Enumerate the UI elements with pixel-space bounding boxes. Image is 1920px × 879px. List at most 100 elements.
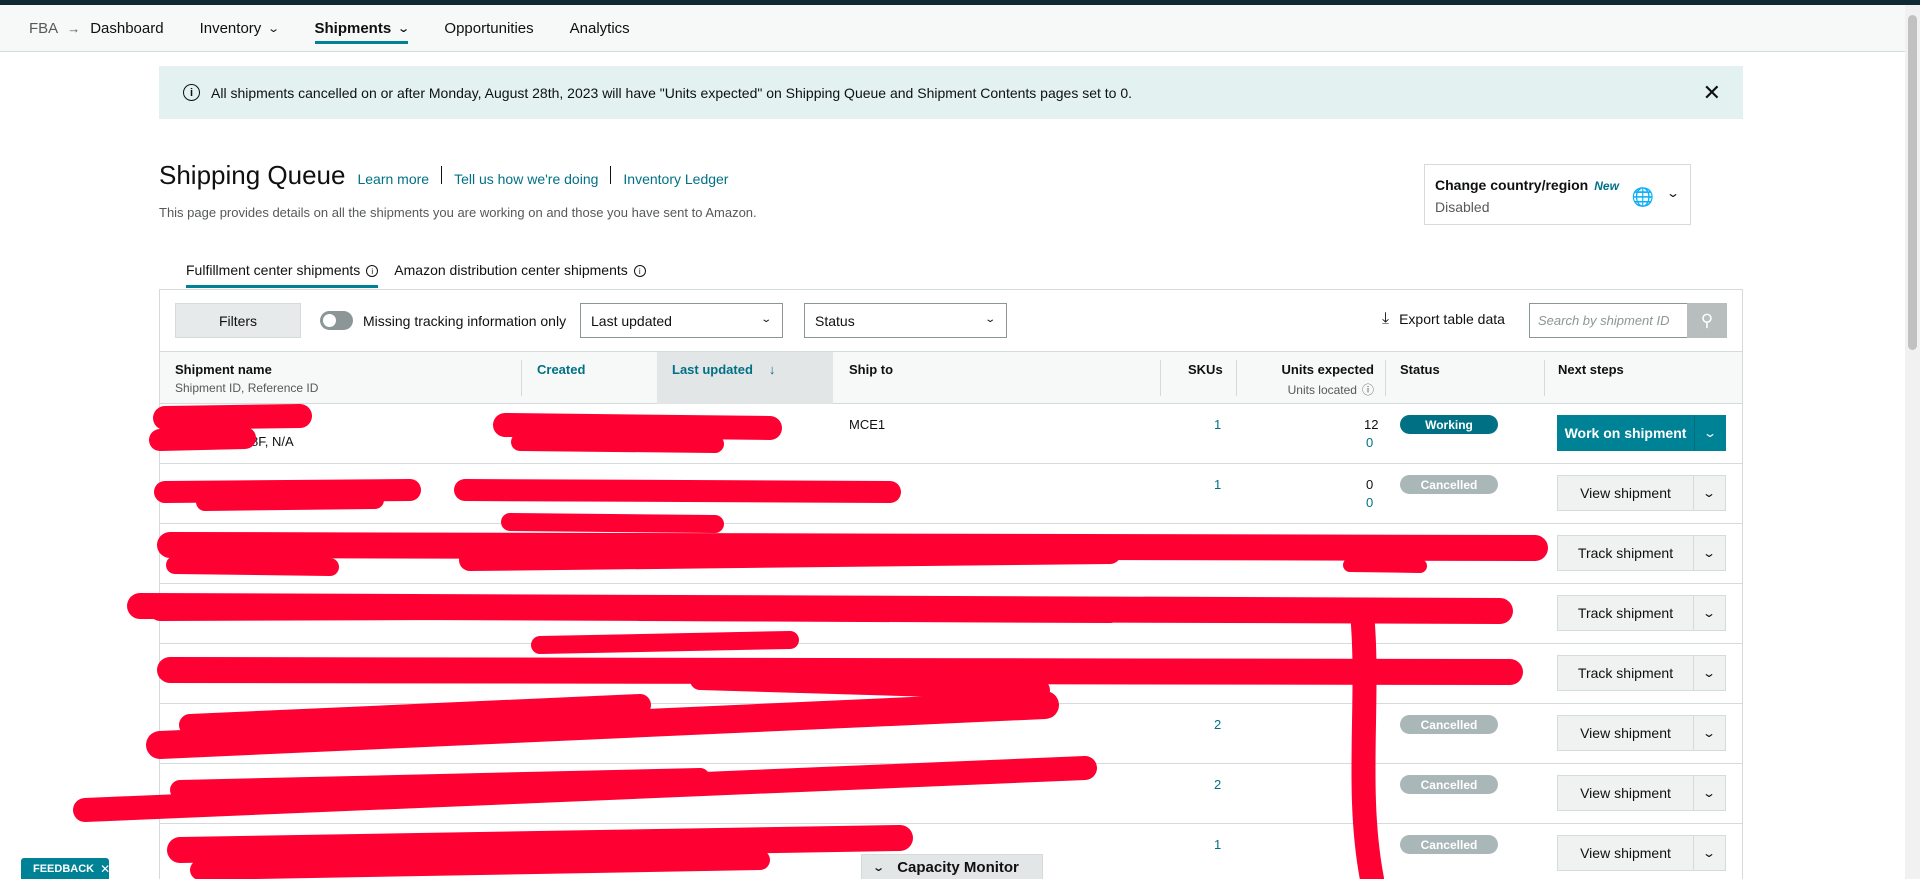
col-units: Units expected Units located ⓘ bbox=[1278, 362, 1374, 398]
view-shipment-button[interactable]: View shipment bbox=[1557, 835, 1694, 871]
info-icon[interactable]: ⓘ bbox=[1362, 383, 1374, 397]
chevron-down-icon: ⌄ bbox=[1702, 426, 1718, 440]
row-actions: View shipment ⌄ bbox=[1557, 715, 1726, 751]
download-icon: ⤓ bbox=[1382, 310, 1390, 327]
scrollbar-thumb[interactable] bbox=[1908, 15, 1917, 350]
learn-more-link[interactable]: Learn more bbox=[357, 171, 429, 187]
chevron-down-icon: ⌄ bbox=[1702, 786, 1717, 800]
units-expected: 0 bbox=[1366, 477, 1374, 492]
info-icon[interactable]: i bbox=[366, 265, 379, 277]
track-shipment-button[interactable]: Track shipment bbox=[1557, 535, 1694, 571]
row-menu-button[interactable]: ⌄ bbox=[1694, 775, 1726, 811]
skus-link[interactable]: 1 bbox=[1214, 417, 1221, 432]
col-divider bbox=[1544, 360, 1545, 396]
page-subtitle: This page provides details on all the sh… bbox=[159, 205, 757, 220]
country-label: Change country/region bbox=[1435, 177, 1589, 193]
row-menu-button[interactable]: ⌄ bbox=[1694, 835, 1726, 871]
table-row: Track shipment ⌄ bbox=[160, 524, 1742, 584]
units-located[interactable]: 0 bbox=[1366, 495, 1373, 510]
tab-distribution-center[interactable]: Amazon distribution center shipments i bbox=[394, 262, 646, 288]
chevron-down-icon: ⌄ bbox=[267, 22, 281, 35]
table-row: Track shipment ⌄ bbox=[160, 644, 1742, 704]
capacity-monitor-toggle[interactable]: ⌄ Capacity Monitor bbox=[861, 854, 1043, 879]
filters-button[interactable]: Filters bbox=[175, 303, 301, 338]
search-button[interactable]: ⚲ bbox=[1687, 303, 1727, 338]
col-skus: SKUs bbox=[1188, 362, 1223, 377]
info-icon: i bbox=[183, 84, 200, 101]
table-row: 2 Cancelled View shipment ⌄ bbox=[160, 704, 1742, 764]
export-button[interactable]: ⤓ Export table data bbox=[1382, 310, 1505, 328]
col-next-steps: Next steps bbox=[1558, 362, 1624, 377]
skus-link[interactable]: 2 bbox=[1214, 717, 1221, 732]
units-located[interactable]: 0 bbox=[1366, 435, 1373, 450]
chevron-down-icon: ⌄ bbox=[1702, 846, 1717, 860]
search-input[interactable]: Search by shipment ID bbox=[1529, 303, 1688, 338]
shipment-id: 8F, N/A bbox=[251, 434, 294, 449]
work-on-shipment-button[interactable]: Work on shipment bbox=[1557, 415, 1694, 451]
col-last-updated-label: Last updated bbox=[672, 362, 753, 377]
view-shipment-button[interactable]: View shipment bbox=[1557, 475, 1694, 511]
row-menu-button[interactable]: ⌄ bbox=[1694, 595, 1726, 631]
globe-icon: 🌐 bbox=[1631, 187, 1654, 207]
view-shipment-button[interactable]: View shipment bbox=[1557, 715, 1694, 751]
breadcrumb-fba[interactable]: FBA bbox=[29, 20, 58, 37]
row-actions: Work on shipment ⌄ bbox=[1557, 415, 1726, 451]
row-actions: Track shipment ⌄ bbox=[1557, 595, 1726, 631]
col-last-updated[interactable]: Last updated ↓ bbox=[672, 362, 775, 377]
chevron-down-icon: ⌄ bbox=[872, 861, 886, 874]
track-shipment-button[interactable]: Track shipment bbox=[1557, 655, 1694, 691]
chevron-down-icon: ⌄ bbox=[1702, 666, 1717, 680]
missing-tracking-toggle[interactable] bbox=[320, 311, 353, 330]
row-menu-button[interactable]: ⌄ bbox=[1694, 535, 1726, 571]
feedback-survey-link[interactable]: Tell us how we're doing bbox=[454, 171, 598, 187]
chevron-down-icon: ⌄ bbox=[1702, 606, 1717, 620]
export-label: Export table data bbox=[1399, 311, 1505, 327]
nav-analytics[interactable]: Analytics bbox=[570, 5, 630, 52]
chevron-down-icon: ⌄ bbox=[1702, 486, 1717, 500]
skus-link[interactable]: 1 bbox=[1214, 837, 1221, 852]
shipments-table: Filters Missing tracking information onl… bbox=[159, 289, 1743, 879]
nav-opportunities[interactable]: Opportunities bbox=[444, 5, 533, 52]
row-menu-button[interactable]: ⌄ bbox=[1694, 415, 1726, 451]
track-shipment-button[interactable]: Track shipment bbox=[1557, 595, 1694, 631]
skus-link[interactable]: 1 bbox=[1214, 477, 1221, 492]
feedback-tab[interactable]: FEEDBACK ✕ bbox=[21, 858, 110, 879]
nav-inventory[interactable]: Inventory ⌄ bbox=[200, 5, 281, 52]
page-scrollbar[interactable] bbox=[1905, 5, 1920, 879]
nav-shipments[interactable]: Shipments ⌄ bbox=[314, 5, 411, 52]
status-select[interactable]: Status ⌄ bbox=[804, 303, 1007, 338]
arrow-right-icon: → bbox=[67, 20, 81, 36]
col-divider bbox=[1236, 360, 1237, 396]
skus-link[interactable]: 2 bbox=[1214, 777, 1221, 792]
row-menu-button[interactable]: ⌄ bbox=[1694, 655, 1726, 691]
page-title: Shipping Queue bbox=[159, 160, 346, 190]
sort-select[interactable]: Last updated ⌄ bbox=[580, 303, 783, 338]
units-expected: 12 bbox=[1364, 417, 1379, 432]
chevron-down-icon: ⌄ bbox=[1702, 546, 1717, 560]
tab-fulfillment-center[interactable]: Fulfillment center shipments i bbox=[186, 262, 379, 288]
status-badge: Cancelled bbox=[1400, 715, 1498, 734]
tab-label: Fulfillment center shipments bbox=[186, 262, 361, 278]
row-menu-button[interactable]: ⌄ bbox=[1694, 715, 1726, 751]
page-header: Shipping Queue Learn more Tell us how we… bbox=[159, 160, 728, 191]
inventory-ledger-link[interactable]: Inventory Ledger bbox=[623, 171, 728, 187]
nav-dashboard[interactable]: Dashboard bbox=[90, 5, 163, 52]
tab-label: Amazon distribution center shipments bbox=[394, 262, 628, 278]
col-units-sub: Units located ⓘ bbox=[1278, 381, 1374, 398]
table-row: 8F, N/A MCE1 1 12 0 Working Work on ship… bbox=[160, 404, 1742, 464]
info-icon[interactable]: i bbox=[633, 265, 646, 277]
top-nav: FBA → Dashboard Inventory ⌄ Shipments ⌄ Op… bbox=[0, 5, 1905, 52]
chevron-down-icon: ⌄ bbox=[397, 22, 411, 35]
country-selector[interactable]: Change country/region New Disabled 🌐 ⌄ bbox=[1424, 164, 1691, 225]
status-select-value: Status bbox=[815, 312, 855, 329]
close-icon[interactable]: ✕ bbox=[1703, 80, 1721, 106]
col-created[interactable]: Created bbox=[537, 362, 585, 377]
toggle-knob bbox=[323, 314, 336, 327]
close-icon[interactable]: ✕ bbox=[100, 862, 110, 876]
view-shipment-button[interactable]: View shipment bbox=[1557, 775, 1694, 811]
row-menu-button[interactable]: ⌄ bbox=[1694, 475, 1726, 511]
status-badge: Cancelled bbox=[1400, 835, 1498, 854]
nav-analytics-label: Analytics bbox=[569, 19, 630, 37]
status-badge: Working bbox=[1400, 415, 1498, 434]
row-actions: View shipment ⌄ bbox=[1557, 775, 1726, 811]
